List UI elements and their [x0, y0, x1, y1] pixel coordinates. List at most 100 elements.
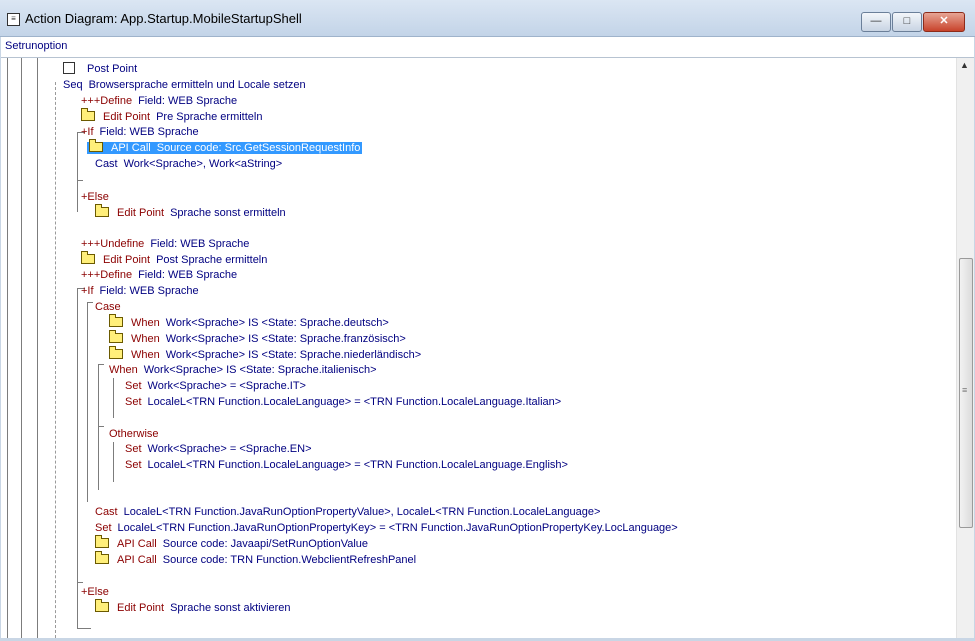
- grip-icon: ≡: [962, 385, 968, 395]
- title-bar[interactable]: ≡ Action Diagram: App.Startup.MobileStar…: [0, 0, 975, 37]
- folder-icon: [109, 314, 123, 328]
- row-text: Field: WEB Sprache: [150, 238, 250, 250]
- row-keyword: When: [131, 317, 160, 329]
- tree-row[interactable]: Edit Point Pre Sprache ermitteln: [81, 108, 263, 125]
- when-inner-line: [113, 378, 114, 418]
- row-keyword: +If: [81, 126, 94, 138]
- row-keyword: Set: [95, 522, 112, 534]
- row-text: Source code: TRN Function.WebclientRefre…: [162, 554, 417, 566]
- tree-row[interactable]: Case: [95, 300, 127, 315]
- row-keyword: When: [131, 333, 160, 345]
- scroll-up-arrow-icon[interactable]: ▲: [960, 60, 969, 70]
- action-diagram-window: ≡ Action Diagram: App.Startup.MobileStar…: [0, 0, 975, 641]
- function-name: Setrunoption: [5, 40, 68, 52]
- tree-row[interactable]: Otherwise: [109, 427, 165, 442]
- row-keyword: Set: [125, 380, 142, 392]
- tree-row[interactable]: When Work<Sprache> IS <State: Sprache.nie…: [109, 346, 422, 363]
- tree-row[interactable]: Cast Work<Sprache>, Work<aString>: [95, 157, 282, 172]
- row-text: Source code: Javaapi/SetRunOptionValue: [162, 538, 369, 550]
- outer-bracket-line: [21, 58, 22, 638]
- row-text: Work<Sprache> = <Sprache.IT>: [147, 380, 306, 392]
- tree-row[interactable]: +If Field: WEB Sprache: [81, 125, 199, 140]
- scrollbar-thumb[interactable]: ≡: [959, 258, 973, 528]
- window-icon: ≡: [7, 13, 20, 26]
- tree-row[interactable]: Set LocaleL<TRN Function.LocaleLanguage> …: [125, 458, 568, 473]
- tree-row[interactable]: +++Define Field: WEB Sprache: [81, 268, 237, 283]
- folder-icon: [109, 330, 123, 344]
- row-text: LocaleL<TRN Function.LocaleLanguage> = <…: [147, 459, 568, 471]
- if-bracket-bottom: [77, 628, 91, 629]
- row-text: LocaleL<TRN Function.JavaRunOptionProper…: [117, 522, 678, 534]
- row-text: Sprache sonst aktivieren: [170, 602, 291, 614]
- folder-icon: [95, 535, 109, 549]
- row-text: Work<Sprache>, Work<aString>: [123, 158, 283, 170]
- row-text: Post Sprache ermitteln: [156, 254, 268, 266]
- row-keyword: +If: [81, 285, 94, 297]
- row-keyword: API Call: [111, 142, 151, 154]
- row-text: Field: WEB Sprache: [138, 95, 238, 107]
- row-keyword: +Else: [81, 191, 109, 203]
- when-bracket-line: [98, 364, 99, 490]
- tree-row[interactable]: +++Define Field: WEB Sprache: [81, 94, 237, 109]
- row-keyword: Post Point: [87, 63, 138, 75]
- row-keyword: Edit Point: [117, 207, 165, 219]
- tree-row[interactable]: Seq Browsersprache ermitteln und Locale s…: [63, 78, 306, 93]
- row-keyword: Cast: [95, 158, 118, 170]
- tree-row[interactable]: Edit Point Post Sprache ermitteln: [81, 251, 268, 268]
- row-keyword: API Call: [117, 554, 157, 566]
- tree-row[interactable]: Post Point: [63, 62, 143, 77]
- outer-bracket-line: [37, 58, 38, 638]
- tree-row[interactable]: API Call Source code: TRN Function.Webcli…: [95, 551, 417, 568]
- row-keyword: Set: [125, 396, 142, 408]
- row-keyword: +++Define: [81, 269, 133, 281]
- row-keyword: API Call: [117, 538, 157, 550]
- row-text: Field: WEB Sprache: [138, 269, 238, 281]
- folder-icon: [95, 204, 109, 218]
- tree-row[interactable]: +Else: [81, 585, 115, 600]
- tree-row[interactable]: +Else: [81, 190, 115, 205]
- row-keyword: Edit Point: [117, 602, 165, 614]
- tree-row[interactable]: When Work<Sprache> IS <State: Sprache.ita…: [109, 363, 377, 378]
- tree-row[interactable]: Edit Point Sprache sonst aktivieren: [95, 599, 291, 616]
- maximize-button[interactable]: □: [892, 12, 922, 32]
- outer-bracket-line: [7, 58, 8, 638]
- tree-row[interactable]: When Work<Sprache> IS <State: Sprache.fra…: [109, 330, 406, 347]
- tree-row[interactable]: When Work<Sprache> IS <State: Sprache.deu…: [109, 314, 389, 331]
- folder-icon: [109, 346, 123, 360]
- row-text: Work<Sprache> IS <State: Sprache.französ…: [165, 333, 406, 345]
- row-text: Pre Sprache ermitteln: [156, 111, 263, 123]
- tree-row-selected[interactable]: API Call Source code: Src.GetSessionReque…: [87, 139, 363, 156]
- row-text: Work<Sprache> IS <State: Sprache.italien…: [143, 364, 377, 376]
- row-keyword: Case: [95, 301, 121, 313]
- row-keyword: Edit Point: [103, 254, 151, 266]
- else-separator: [77, 582, 83, 583]
- tree-row[interactable]: +++Undefine Field: WEB Sprache: [81, 237, 249, 252]
- minimize-button[interactable]: —: [861, 12, 891, 32]
- row-keyword: When: [109, 364, 138, 376]
- if-bracket-line: [77, 288, 78, 628]
- row-text: Work<Sprache> IS <State: Sprache.deutsch…: [165, 317, 389, 329]
- row-text: Source code: Src.GetSessionRequestInfo: [156, 142, 361, 154]
- tree-row[interactable]: Cast LocaleL<TRN Function.JavaRunOptionPr…: [95, 505, 600, 520]
- tree-row[interactable]: Set Work<Sprache> = <Sprache.EN>: [125, 442, 312, 457]
- row-text: Work<Sprache> IS <State: Sprache.niederl…: [165, 349, 422, 361]
- tree-row[interactable]: Set LocaleL<TRN Function.JavaRunOptionPro…: [95, 521, 678, 536]
- folder-icon: [81, 251, 95, 265]
- folder-icon: [95, 599, 109, 613]
- case-bracket-line: [87, 302, 88, 502]
- otherwise-inner-line: [113, 442, 114, 482]
- folder-icon: [95, 551, 109, 565]
- tree-row[interactable]: Set LocaleL<TRN Function.LocaleLanguage> …: [125, 395, 561, 410]
- tree-row[interactable]: Set Work<Sprache> = <Sprache.IT>: [125, 379, 306, 394]
- tree-row[interactable]: Edit Point Sprache sonst ermitteln: [95, 204, 286, 221]
- tree-row[interactable]: +If Field: WEB Sprache: [81, 284, 199, 299]
- row-text: Browsersprache ermitteln und Locale setz…: [88, 79, 306, 91]
- row-text: Field: WEB Sprache: [99, 285, 199, 297]
- row-keyword: Otherwise: [109, 428, 159, 440]
- window-title: Action Diagram: App.Startup.MobileStartu…: [25, 11, 302, 26]
- diagram-content[interactable]: Post Point Seq Browsersprache ermitteln u…: [1, 58, 956, 638]
- else-separator: [77, 180, 83, 181]
- close-button[interactable]: ✕: [923, 12, 965, 32]
- vertical-scrollbar[interactable]: ▲ ≡: [956, 58, 974, 638]
- tree-row[interactable]: API Call Source code: Javaapi/SetRunOptio…: [95, 535, 369, 552]
